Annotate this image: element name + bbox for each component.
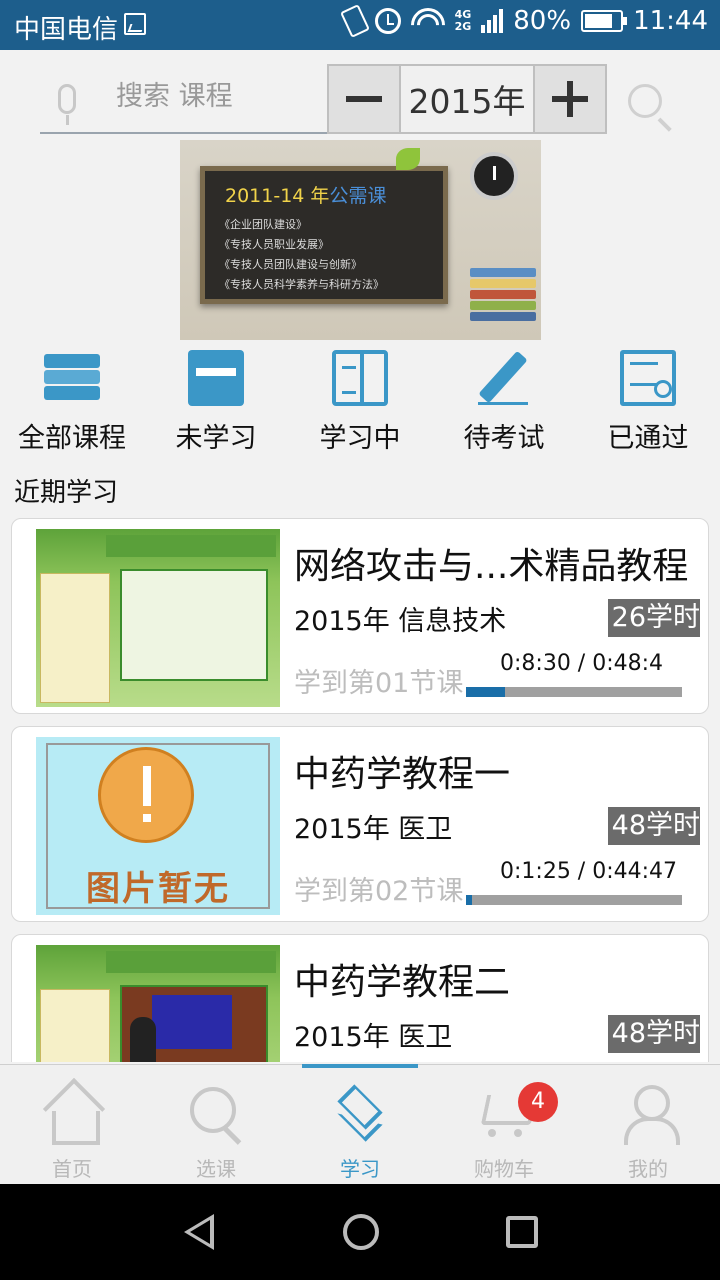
course-title: 中药学教程二 [294,962,511,1003]
clock-illustration [470,152,518,200]
progress-label: 学到第02节课 [294,876,464,907]
nav-label: 我的 [628,1157,668,1181]
vibrate-icon [339,4,370,38]
alarm-icon [374,8,401,34]
warning-icon [98,747,194,843]
course-title: 中药学教程一 [294,754,511,795]
layers-icon [332,1084,388,1142]
year-stepper: 2015年 [327,64,607,134]
status-icons: 4G 2G 80% 11:44 [339,4,708,38]
user-icon [620,1085,680,1145]
battery-icon [581,10,628,32]
category-row: 全部课程 未学习 学习中 待考试 已通过 [0,348,720,458]
category-label: 待考试 [463,423,545,454]
search-icon[interactable] [628,84,662,118]
search-input[interactable] [116,74,316,118]
mic-icon[interactable] [58,84,76,125]
category-in-progress[interactable]: 学习中 [288,348,432,458]
course-card[interactable]: 中药学教程二 2015年 医卫 48学时 [11,934,709,1062]
course-meta: 2015年 医卫 [294,814,453,845]
promo-banner[interactable]: 2011-14 年公需课 《企业团队建设》 《专技人员职业发展》 《专技人员团队… [180,140,541,340]
network-type: 4G 2G [454,8,472,33]
category-label: 未学习 [175,423,257,454]
no-image-text: 图片暂无 [86,869,230,909]
minus-button[interactable] [329,66,399,132]
search-bar [40,64,328,134]
hours-badge: 48学时 [607,1015,700,1053]
progress-time: 0:1:25 / 0:44:47 [500,859,678,884]
banner-line: 《专技人员团队建设与创新》 [219,258,362,271]
banner-title: 2011-14 年公需课 [225,185,387,207]
nav-mine[interactable]: 我的 [576,1065,720,1185]
category-all-courses[interactable]: 全部课程 [0,348,144,458]
hours-badge: 26学时 [607,599,700,637]
course-thumbnail [36,529,280,707]
book-icon [188,350,244,406]
chalkboard: 2011-14 年公需课 《企业团队建设》 《专技人员职业发展》 《专技人员团队… [200,166,448,304]
course-title: 网络攻击与...术精品教程 [294,546,689,587]
back-icon[interactable] [184,1214,214,1250]
carrier-label: 中国电信 [14,15,119,45]
course-list[interactable]: 网络攻击与...术精品教程 2015年 信息技术 26学时 学到第01节课 0:… [0,516,720,1062]
progress-bar [466,687,682,697]
course-card[interactable]: 网络攻击与...术精品教程 2015年 信息技术 26学时 学到第01节课 0:… [11,518,709,714]
nav-label: 选课 [196,1157,236,1181]
nav-cart[interactable]: 购物车 [432,1065,576,1185]
banner-line: 《专技人员科学素养与科研方法》 [219,278,384,291]
category-label: 全部课程 [18,423,126,454]
course-card[interactable]: 图片暂无 中药学教程一 2015年 医卫 48学时 学到第02节课 0:1:25… [11,726,709,922]
category-pending-exam[interactable]: 待考试 [432,348,576,458]
leaf-decoration [396,148,420,170]
open-book-icon [332,350,388,406]
recent-apps-icon[interactable] [506,1216,538,1248]
nav-label: 购物车 [474,1157,534,1181]
category-label: 学习中 [319,423,401,454]
cart-badge: 4 [518,1082,558,1122]
nav-home[interactable]: 首页 [0,1065,144,1185]
plus-button[interactable] [535,66,605,132]
progress-time: 0:8:30 / 0:48:4 [500,651,664,676]
course-meta: 2015年 医卫 [294,1022,453,1053]
category-passed[interactable]: 已通过 [576,348,720,458]
year-value: 2015年 [399,66,535,132]
home-icon [44,1085,100,1145]
category-label: 已通过 [607,423,689,454]
home-circle-icon[interactable] [343,1214,379,1250]
nav-label: 首页 [52,1157,92,1181]
wifi-icon [410,8,445,34]
banner-course-list: 《企业团队建设》 《专技人员职业发展》 《专技人员团队建设与创新》 《专技人员科… [219,215,384,295]
search-icon [188,1085,244,1141]
pencil-icon [476,350,532,406]
course-meta: 2015年 信息技术 [294,606,507,637]
progress-bar [466,895,682,905]
battery-percent: 80% [513,6,572,36]
progress-label: 学到第01节课 [294,668,464,699]
nav-select-course[interactable]: 选课 [144,1065,288,1185]
hours-badge: 48学时 [607,807,700,845]
category-not-started[interactable]: 未学习 [144,348,288,458]
course-thumbnail [36,945,280,1062]
bottom-nav: 首页 选课 学习 购物车 我的 [0,1064,720,1184]
stack-icon [44,350,100,406]
banner-line: 《专技人员职业发展》 [219,238,329,251]
progress-fill [466,687,505,697]
sim-icon [124,13,146,35]
nav-label: 学习 [340,1157,380,1181]
progress-fill [466,895,473,905]
course-thumbnail: 图片暂无 [36,737,280,915]
nav-study[interactable]: 学习 [288,1064,432,1185]
status-bar: 中国电信 4G 2G 80% 11:44 [0,0,720,50]
clock-time: 11:44 [633,6,708,36]
books-illustration [470,268,536,330]
system-nav-bar [0,1184,720,1280]
section-title: 近期学习 [14,478,119,508]
banner-line: 《企业团队建设》 [219,218,307,231]
certificate-icon [620,350,676,406]
signal-icon [481,9,504,33]
